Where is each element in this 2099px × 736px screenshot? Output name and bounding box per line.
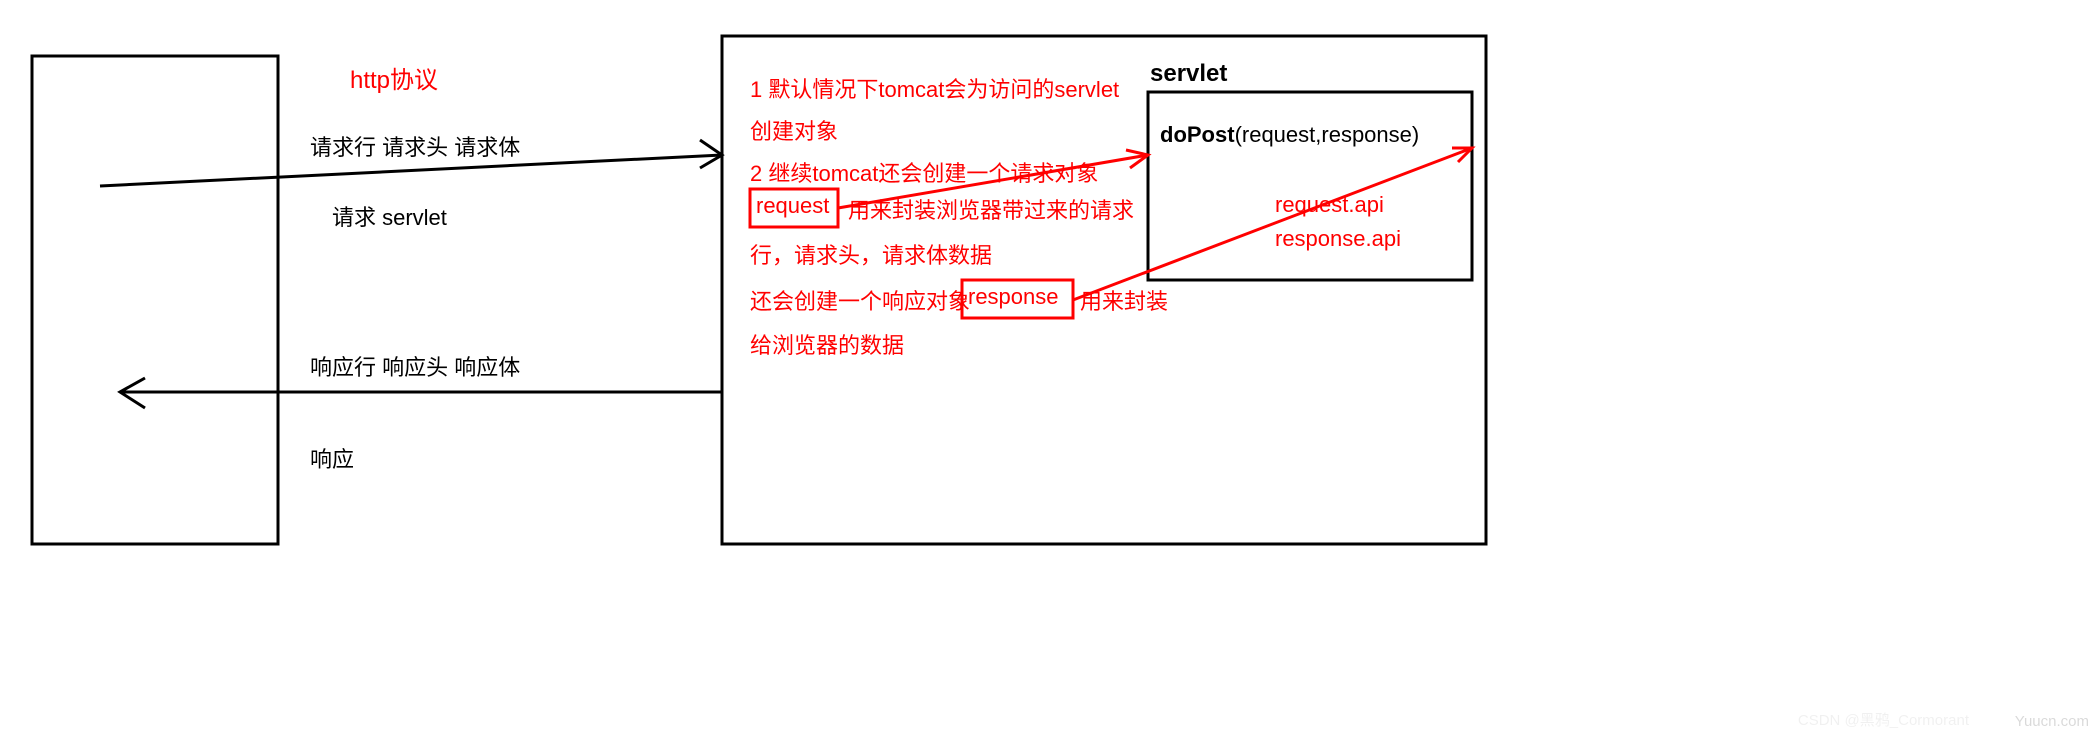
note-line2: 创建对象 (750, 114, 838, 146)
note-line5: 行，请求头，请求体数据 (750, 238, 992, 270)
api-request: request.api (1275, 192, 1384, 218)
watermark-yuucn: Yuucn.com (2015, 713, 2089, 730)
protocol-label: http协议 (350, 60, 438, 95)
dopost-name: doPost (1160, 122, 1235, 147)
note-request-box: request (756, 193, 829, 219)
note-line6-pre: 还会创建一个响应对象 (750, 284, 970, 316)
note-line6-post: 用来封装 (1080, 284, 1168, 316)
request-action-label: 请求 servlet (332, 200, 447, 232)
note-line3: 2 继续tomcat还会创建一个请求对象 (750, 156, 1098, 188)
note-line4-rest: 用来封装浏览器带过来的请求 (848, 193, 1134, 225)
note-response-box: response (968, 284, 1059, 310)
watermark-csdn: CSDN @黑鸦_Cormorant (1798, 709, 1969, 730)
request-headers-label: 请求行 请求头 请求体 (310, 130, 520, 162)
servlet-title: servlet (1150, 60, 1227, 88)
response-action-label: 响应 (310, 442, 354, 474)
dopost-signature: doPost(request,response) (1160, 122, 1419, 148)
note-line7: 给浏览器的数据 (750, 328, 904, 360)
response-headers-label: 响应行 响应头 响应体 (310, 350, 520, 382)
dopost-args: (request,response) (1235, 122, 1420, 147)
note-line1: 1 默认情况下tomcat会为访问的servlet (750, 72, 1119, 104)
api-response: response.api (1275, 226, 1401, 252)
